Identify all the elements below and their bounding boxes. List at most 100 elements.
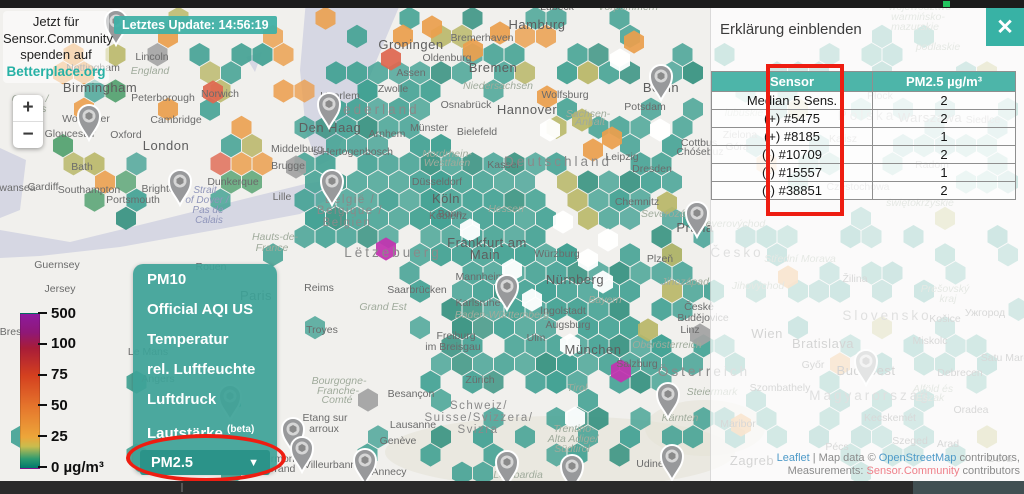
map-hexagon[interactable] — [515, 170, 535, 193]
map-label: Saarbrücken — [387, 284, 447, 296]
attribution-text[interactable]: Leaflet — [777, 452, 810, 464]
map-hexagon[interactable] — [568, 43, 588, 66]
map-hexagon[interactable] — [473, 170, 493, 193]
map-hexagon[interactable] — [463, 189, 483, 212]
map-hexagon[interactable] — [400, 152, 420, 175]
layer-menu-item[interactable]: Luftdruck — [133, 384, 277, 414]
map-hexagon[interactable] — [190, 43, 210, 66]
map-label: Südtirol — [554, 443, 590, 455]
layer-menu-item[interactable]: rel. Luftfeuchte — [133, 354, 277, 384]
map-hexagon[interactable] — [431, 61, 451, 84]
map-hexagon[interactable] — [494, 352, 514, 375]
map-label: Grand Est — [359, 301, 407, 313]
table-header-row: Sensor PM2.5 µg/m³ — [712, 72, 1016, 92]
map-hexagon[interactable] — [652, 225, 672, 248]
map-hexagon[interactable] — [232, 152, 252, 175]
layer-selected-dropdown[interactable]: PM2.5 ▼ — [140, 450, 270, 475]
map-hexagon[interactable] — [620, 280, 640, 303]
layer-menu-item[interactable]: Temperatur — [133, 324, 277, 354]
attribution-text[interactable]: Sensor.Community — [867, 465, 960, 477]
map-hexagon[interactable] — [232, 43, 252, 66]
map-hexagon[interactable] — [578, 61, 598, 84]
map-hexagon[interactable] — [620, 316, 640, 339]
map-hexagon[interactable] — [505, 334, 525, 357]
map-hexagon[interactable] — [673, 43, 693, 66]
map-hexagon[interactable] — [221, 134, 241, 157]
map-hexagon[interactable] — [652, 298, 672, 321]
map-hexagon[interactable] — [421, 79, 441, 102]
map-label: France — [256, 242, 289, 254]
map-hexagon[interactable] — [473, 352, 493, 375]
map-hexagon[interactable] — [347, 170, 367, 193]
map-hexagon[interactable] — [598, 228, 618, 251]
map-hexagon[interactable] — [127, 152, 147, 175]
map-hexagon[interactable] — [389, 207, 409, 230]
map-hexagon[interactable] — [526, 371, 546, 394]
map-hexagon[interactable] — [358, 388, 378, 411]
map-hexagon[interactable] — [221, 61, 241, 84]
map-label: Belgien — [323, 217, 372, 229]
map-hexagon[interactable] — [526, 225, 546, 248]
map-hexagon[interactable] — [368, 170, 388, 193]
map-hexagon[interactable] — [211, 152, 231, 175]
map-label: Köln — [432, 191, 460, 206]
table-row: Median 5 Sens.2 — [712, 92, 1016, 110]
map-hexagon[interactable] — [526, 189, 546, 212]
map-label: Bayern — [588, 294, 621, 306]
map-hexagon[interactable] — [274, 79, 294, 102]
layer-menu-item-lautstaerke[interactable]: Lautstärke (beta) — [133, 414, 277, 448]
map-hexagon[interactable] — [578, 207, 598, 230]
map-hexagon[interactable] — [589, 43, 609, 66]
map-hexagon[interactable] — [515, 352, 535, 375]
map-hexagon[interactable] — [683, 98, 703, 121]
map-hexagon[interactable] — [631, 371, 651, 394]
status-dot-icon — [943, 1, 950, 7]
map-hexagon[interactable] — [410, 316, 430, 339]
map-label: Wolfsburg — [541, 89, 588, 101]
attribution-text[interactable]: OpenStreetMap — [879, 452, 957, 464]
map-hexagon[interactable] — [568, 189, 588, 212]
map-label: Cambridge — [150, 114, 202, 126]
map-hexagon[interactable] — [599, 170, 619, 193]
zoom-in-button[interactable]: + — [13, 95, 43, 122]
map-hexagon[interactable] — [116, 207, 136, 230]
zoom-out-button[interactable]: − — [13, 122, 43, 148]
map-hexagon[interactable] — [536, 352, 556, 375]
map-hexagon[interactable] — [400, 261, 420, 284]
map-hexagon[interactable] — [578, 170, 598, 193]
map-hexagon[interactable] — [557, 61, 577, 84]
map-label: Zürich — [465, 374, 494, 386]
map-hexagon[interactable] — [526, 261, 546, 284]
map-pin[interactable] — [354, 449, 376, 484]
map-hexagon[interactable] — [389, 170, 409, 193]
map-label: Lëtzebuerg — [344, 245, 442, 260]
map-hexagon[interactable] — [673, 116, 693, 139]
map-hexagon[interactable] — [242, 134, 262, 157]
close-icon[interactable]: ✕ — [986, 8, 1024, 46]
map-hexagon[interactable] — [631, 116, 651, 139]
map-hexagon[interactable] — [599, 207, 619, 230]
map-label: Guernsey — [34, 259, 80, 271]
map-hexagon[interactable] — [452, 352, 472, 375]
map-hexagon[interactable] — [232, 116, 252, 139]
map-hexagon[interactable] — [557, 170, 577, 193]
map-hexagon[interactable] — [683, 61, 703, 84]
layer-menu-item[interactable]: Official AQI US — [133, 294, 277, 324]
map-hexagon[interactable] — [253, 152, 273, 175]
map-hexagon[interactable] — [410, 207, 430, 230]
map-hexagon[interactable] — [620, 207, 640, 230]
betterplace-link[interactable]: Betterplace.org — [3, 64, 109, 81]
map-label: Hessen — [488, 203, 524, 215]
map-hexagon[interactable] — [494, 170, 514, 193]
map-hexagon[interactable] — [589, 189, 609, 212]
layer-menu-item[interactable]: PM10 — [133, 264, 277, 294]
map-hexagon[interactable] — [431, 352, 451, 375]
map-hexagon[interactable] — [547, 371, 567, 394]
map-hexagon[interactable] — [463, 7, 483, 30]
map-hexagon[interactable] — [200, 61, 220, 84]
map-hexagon[interactable] — [620, 243, 640, 266]
map-hexagon[interactable] — [599, 316, 619, 339]
map-hexagon[interactable] — [274, 43, 294, 66]
map-hexagon[interactable] — [400, 189, 420, 212]
map-label: Brugge — [271, 160, 305, 172]
